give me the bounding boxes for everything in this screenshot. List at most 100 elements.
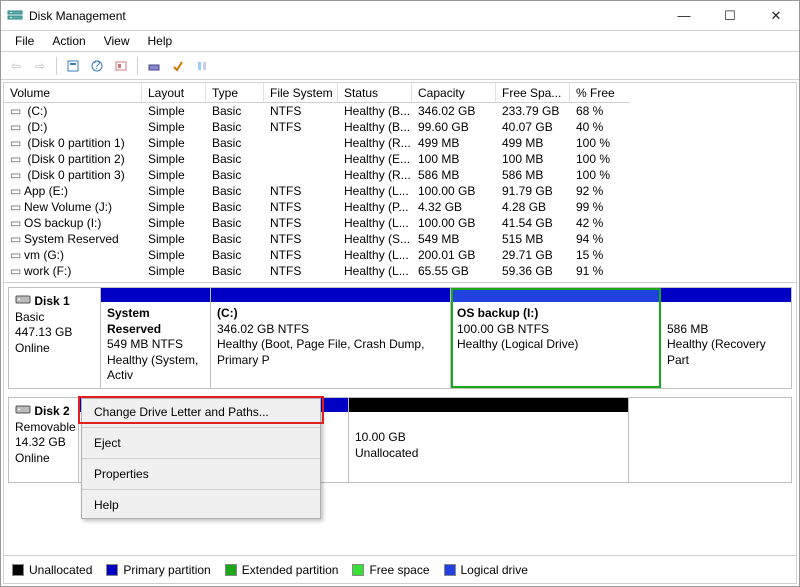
volume-row[interactable]: ▭ (Disk 0 partition 2)SimpleBasicHealthy… (4, 151, 796, 167)
volume-row[interactable]: ▭App (E:)SimpleBasicNTFSHealthy (L...100… (4, 183, 796, 199)
cm-properties[interactable]: Properties (82, 461, 320, 487)
forward-icon[interactable]: ⇨ (29, 55, 51, 77)
titlebar: Disk Management — ☐ ✕ (1, 1, 799, 31)
app-icon (7, 8, 23, 24)
disk1-part-c[interactable]: (C:) 346.02 GB NTFS Healthy (Boot, Page … (211, 288, 451, 388)
cm-eject[interactable]: Eject (82, 430, 320, 456)
vol-fs (264, 158, 338, 160)
vol-layout: Simple (142, 199, 206, 215)
header-fs[interactable]: File System (264, 83, 338, 103)
disk1-part-recovery[interactable]: 586 MB Healthy (Recovery Part (661, 288, 791, 388)
vol-type: Basic (206, 135, 264, 151)
legend-extended: Extended partition (225, 563, 339, 577)
drive-icon: ▭ (10, 168, 20, 182)
maximize-button[interactable]: ☐ (707, 1, 753, 30)
vol-pct: 100 % (570, 151, 630, 167)
menu-help[interactable]: Help (140, 32, 181, 50)
part-status: Healthy (System, Activ (107, 353, 198, 383)
vol-status: Healthy (B... (338, 103, 412, 119)
svg-text:?: ? (94, 59, 101, 72)
volume-row[interactable]: ▭New Volume (J:)SimpleBasicNTFSHealthy (… (4, 199, 796, 215)
drive-icon: ▭ (10, 184, 20, 198)
part-status: Healthy (Boot, Page File, Crash Dump, Pr… (217, 337, 424, 367)
vol-fs: NTFS (264, 183, 338, 199)
drive-icon: ▭ (10, 200, 20, 214)
header-pct[interactable]: % Free (570, 83, 630, 103)
cm-separator (82, 458, 320, 459)
vol-status: Healthy (L... (338, 247, 412, 263)
header-layout[interactable]: Layout (142, 83, 206, 103)
vol-cap: 346.02 GB (412, 103, 496, 119)
cm-change-drive-letter[interactable]: Change Drive Letter and Paths... (82, 399, 320, 425)
disk2-name: Disk 2 (34, 404, 69, 418)
part-size: 346.02 GB NTFS (217, 322, 309, 336)
vol-fs (264, 174, 338, 176)
disk-icon (15, 294, 34, 308)
close-button[interactable]: ✕ (753, 1, 799, 30)
header-type[interactable]: Type (206, 83, 264, 103)
disk2-size: 14.32 GB (15, 435, 66, 449)
vol-name: (Disk 0 partition 3) (24, 168, 125, 182)
volume-row[interactable]: ▭ (C:)SimpleBasicNTFSHealthy (B...346.02… (4, 103, 796, 119)
menu-action[interactable]: Action (44, 32, 93, 50)
refresh-icon[interactable] (62, 55, 84, 77)
action1-icon[interactable] (143, 55, 165, 77)
vol-status: Healthy (P... (338, 199, 412, 215)
volume-row[interactable]: ▭ (Disk 0 partition 3)SimpleBasicHealthy… (4, 167, 796, 183)
disk-info-1[interactable]: Disk 1 Basic 447.13 GB Online (9, 288, 101, 388)
action3-icon[interactable] (191, 55, 213, 77)
menu-file[interactable]: File (7, 32, 42, 50)
vol-cap: 4.32 GB (412, 199, 496, 215)
disk1-size: 447.13 GB (15, 325, 72, 339)
volume-row[interactable]: ▭System ReservedSimpleBasicNTFSHealthy (… (4, 231, 796, 247)
vol-fs: NTFS (264, 103, 338, 119)
volume-row[interactable]: ▭ (D:)SimpleBasicNTFSHealthy (B...99.60 … (4, 119, 796, 135)
vol-layout: Simple (142, 247, 206, 263)
action2-icon[interactable] (167, 55, 189, 77)
legend-free: Free space (352, 563, 429, 577)
vol-cap: 100.00 GB (412, 183, 496, 199)
volume-rows: ▭ (C:)SimpleBasicNTFSHealthy (B...346.02… (4, 103, 796, 282)
header-volume[interactable]: Volume (4, 83, 142, 103)
back-icon[interactable]: ⇦ (5, 55, 27, 77)
disk-info-2[interactable]: Disk 2 Removable 14.32 GB Online (9, 398, 79, 482)
vol-status: Healthy (E... (338, 151, 412, 167)
vol-pct: 42 % (570, 215, 630, 231)
vol-layout: Simple (142, 135, 206, 151)
vol-fs: NTFS (264, 199, 338, 215)
vol-name: work (F:) (24, 264, 71, 278)
volume-row[interactable]: ▭OS backup (I:)SimpleBasicNTFSHealthy (L… (4, 215, 796, 231)
disk1-part-sysreserved[interactable]: System Reserved 549 MB NTFS Healthy (Sys… (101, 288, 211, 388)
help-icon[interactable]: ? (86, 55, 108, 77)
part-status: Unallocated (355, 446, 418, 460)
cm-help[interactable]: Help (82, 492, 320, 518)
vol-type: Basic (206, 215, 264, 231)
stripe-unallocated (349, 398, 628, 412)
vol-layout: Simple (142, 263, 206, 279)
disk2-part-unallocated[interactable]: 10.00 GB Unallocated (349, 398, 629, 482)
settings-icon[interactable] (110, 55, 132, 77)
vol-status: Healthy (R... (338, 167, 412, 183)
vol-type: Basic (206, 167, 264, 183)
header-capacity[interactable]: Capacity (412, 83, 496, 103)
vol-free: 499 MB (496, 135, 570, 151)
vol-cap: 99.60 GB (412, 119, 496, 135)
volume-row[interactable]: ▭ (Disk 0 partition 1)SimpleBasicHealthy… (4, 135, 796, 151)
drive-icon: ▭ (10, 248, 20, 262)
vol-free: 40.07 GB (496, 119, 570, 135)
volume-row[interactable]: ▭work (F:)SimpleBasicNTFSHealthy (L...65… (4, 263, 796, 279)
cm-separator (82, 427, 320, 428)
header-status[interactable]: Status (338, 83, 412, 103)
window-root: Disk Management — ☐ ✕ File Action View H… (0, 0, 800, 587)
vol-fs: NTFS (264, 215, 338, 231)
header-free[interactable]: Free Spa... (496, 83, 570, 103)
legend-primary: Primary partition (106, 563, 210, 577)
disk1-part-osbackup[interactable]: OS backup (I:) 100.00 GB NTFS Healthy (L… (451, 288, 661, 388)
vol-cap: 200.01 GB (412, 247, 496, 263)
volume-row[interactable]: ▭vm (G:)SimpleBasicNTFSHealthy (L...200.… (4, 247, 796, 263)
stripe-primary (101, 288, 210, 302)
disk1-type: Basic (15, 310, 44, 324)
menu-view[interactable]: View (96, 32, 138, 50)
drive-icon: ▭ (10, 120, 20, 134)
minimize-button[interactable]: — (661, 1, 707, 30)
